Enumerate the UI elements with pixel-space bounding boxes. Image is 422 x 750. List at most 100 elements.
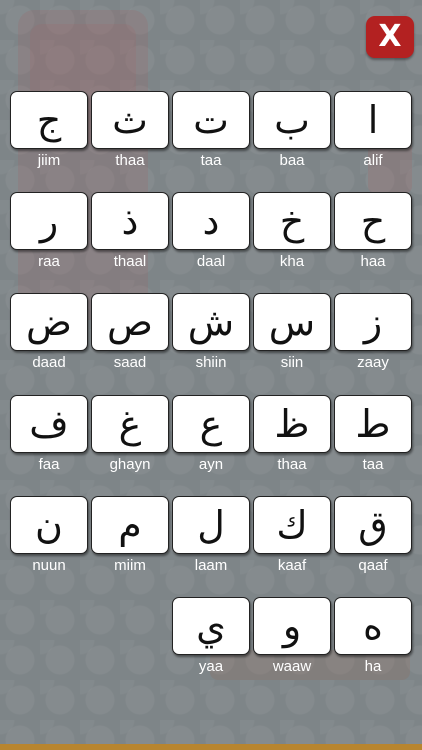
arabic-letter: ز	[363, 300, 383, 344]
letter-name: jiim	[37, 152, 61, 169]
arabic-letter: ع	[199, 402, 223, 446]
arabic-letter: س	[268, 300, 316, 344]
letter-name: thaal	[113, 253, 147, 270]
letter-card[interactable]: د	[172, 192, 250, 250]
letter-tile[interactable]: و waaw	[253, 597, 331, 677]
arabic-letter: ظ	[274, 402, 310, 446]
letter-card[interactable]: ن	[10, 496, 88, 554]
letter-tile[interactable]: ج jiim	[10, 91, 88, 171]
letter-card[interactable]: ش	[172, 293, 250, 351]
letter-tile[interactable]: ل laam	[172, 496, 250, 576]
arabic-letter: ف	[29, 402, 69, 446]
arabic-letter: و	[282, 604, 302, 648]
letter-card[interactable]: ر	[10, 192, 88, 250]
arabic-letter: ط	[355, 402, 391, 446]
letter-card[interactable]: ح	[334, 192, 412, 250]
letter-tile[interactable]: ك kaaf	[253, 496, 331, 576]
letter-name: kaaf	[277, 557, 307, 574]
letter-tile[interactable]: ز zaay	[334, 293, 412, 373]
letter-card[interactable]: ط	[334, 395, 412, 453]
letter-card[interactable]: ص	[91, 293, 169, 351]
letter-tile[interactable]: ش shiin	[172, 293, 250, 373]
letter-card[interactable]: ث	[91, 91, 169, 149]
arabic-letter: ث	[112, 98, 148, 142]
letter-tile[interactable]: م miim	[91, 496, 169, 576]
letter-tile[interactable]: ق qaaf	[334, 496, 412, 576]
letter-name: thaa	[115, 152, 145, 169]
letter-tile[interactable]: ذ thaal	[91, 192, 169, 272]
letter-name: haa	[360, 253, 386, 270]
arabic-letter: ن	[35, 503, 63, 547]
letter-card[interactable]: س	[253, 293, 331, 351]
arabic-letter: خ	[279, 199, 305, 243]
letter-card[interactable]: و	[253, 597, 331, 655]
letter-card[interactable]: ج	[10, 91, 88, 149]
letter-card[interactable]: ت	[172, 91, 250, 149]
arabic-letter: ي	[196, 604, 226, 648]
letter-card[interactable]: ذ	[91, 192, 169, 250]
letter-tile[interactable]: خ kha	[253, 192, 331, 272]
letter-card[interactable]: ا	[334, 91, 412, 149]
letter-tile[interactable]: ث thaa	[91, 91, 169, 171]
letter-name: faa	[38, 456, 60, 473]
letter-tile[interactable]: ا alif	[334, 91, 412, 171]
letter-tile[interactable]: ع ayn	[172, 395, 250, 475]
letter-card[interactable]: ز	[334, 293, 412, 351]
letter-card[interactable]: ض	[10, 293, 88, 351]
letter-tile[interactable]: ه ha	[334, 597, 412, 677]
arabic-letter: ر	[39, 199, 59, 243]
letter-tile[interactable]: ط taa	[334, 395, 412, 475]
letter-card[interactable]: ل	[172, 496, 250, 554]
arabic-letter: د	[202, 199, 220, 243]
letter-name: waaw	[272, 658, 312, 675]
letter-card[interactable]: خ	[253, 192, 331, 250]
letter-card[interactable]: م	[91, 496, 169, 554]
arabic-letter: غ	[118, 402, 142, 446]
letter-name: ghayn	[109, 456, 151, 473]
letter-name: miim	[114, 557, 146, 574]
close-button[interactable]: X	[366, 16, 414, 58]
letter-card[interactable]: ف	[10, 395, 88, 453]
letter-name: kha	[279, 253, 305, 270]
letter-tile[interactable]: ح haa	[334, 192, 412, 272]
letter-name: ayn	[198, 456, 224, 473]
letter-tile[interactable]: س siin	[253, 293, 331, 373]
letter-name: shiin	[195, 354, 227, 371]
letter-name: siin	[280, 354, 304, 371]
letter-card[interactable]: ق	[334, 496, 412, 554]
letter-tile[interactable]: ن nuun	[10, 496, 88, 576]
letter-name: laam	[194, 557, 228, 574]
letter-name: qaaf	[358, 557, 388, 574]
letter-tile[interactable]: ي yaa	[172, 597, 250, 677]
letter-name: alif	[363, 152, 383, 169]
arabic-letter: م	[118, 503, 142, 547]
letter-card[interactable]: ب	[253, 91, 331, 149]
letter-tile[interactable]: د daal	[172, 192, 250, 272]
letter-tile[interactable]: ض daad	[10, 293, 88, 373]
letter-name: raa	[38, 253, 60, 270]
arabic-letter: ق	[358, 503, 388, 547]
letter-name: daad	[32, 354, 66, 371]
arabic-letter: ت	[193, 98, 229, 142]
arabic-letter: ك	[276, 503, 308, 547]
letter-tile[interactable]: ت taa	[172, 91, 250, 171]
letter-name: saad	[113, 354, 147, 371]
letter-card[interactable]: ع	[172, 395, 250, 453]
letter-tile[interactable]: غ ghayn	[91, 395, 169, 475]
letter-card[interactable]: ك	[253, 496, 331, 554]
letter-tile[interactable]: ر raa	[10, 192, 88, 272]
letter-tile[interactable]: ب baa	[253, 91, 331, 171]
letter-card[interactable]: ه	[334, 597, 412, 655]
letter-card[interactable]: ظ	[253, 395, 331, 453]
arabic-letter: ص	[107, 300, 153, 344]
arabic-letter: ل	[197, 503, 225, 547]
letter-tile[interactable]: ظ thaa	[253, 395, 331, 475]
letter-card[interactable]: ي	[172, 597, 250, 655]
letter-name: yaa	[198, 658, 224, 675]
letter-tile[interactable]: ص saad	[91, 293, 169, 373]
letter-name: thaa	[277, 456, 307, 473]
letter-tile[interactable]: ف faa	[10, 395, 88, 475]
bottom-bar	[0, 744, 422, 750]
letter-name: ha	[364, 658, 382, 675]
letter-card[interactable]: غ	[91, 395, 169, 453]
